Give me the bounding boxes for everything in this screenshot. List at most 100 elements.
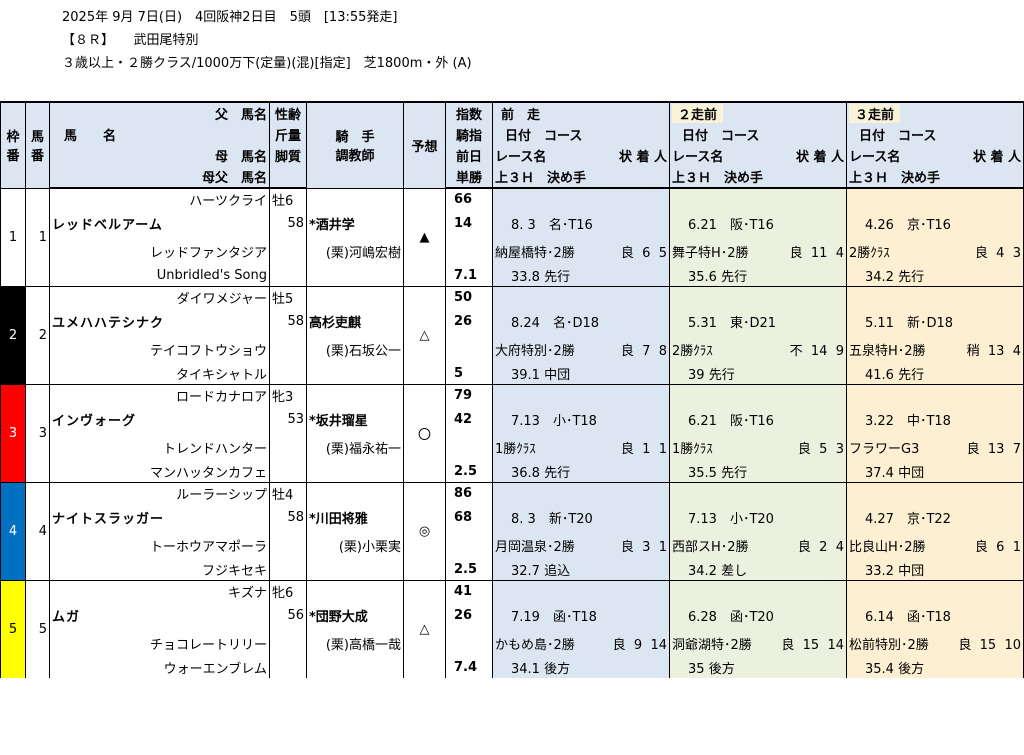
- horse-name[interactable]: ユメハハテシナク: [49, 307, 270, 336]
- sex-age: 牡6: [269, 187, 307, 209]
- style-blank: [269, 460, 307, 483]
- prediction-mark: ◎: [403, 482, 446, 581]
- p3-date-course: 4.27 京･T22: [846, 503, 1024, 532]
- col-prev3-title: ３走前: [846, 101, 1024, 124]
- p1-race: 月岡温泉･2勝良 3 1: [492, 532, 670, 558]
- trainer-blank: [306, 362, 404, 385]
- p1-value-index: [492, 580, 670, 601]
- prev-day-blank: [445, 434, 493, 460]
- p1-date-course: 7.19 函･T18: [492, 601, 670, 630]
- col-trainer: 調教師: [306, 145, 404, 188]
- mother-name: テイコフトウショウ: [49, 336, 270, 362]
- weight: 58: [269, 209, 307, 238]
- trainer-blank: [306, 264, 404, 287]
- jockey-name[interactable]: *川田将雅: [306, 503, 404, 532]
- p3-date-course: 5.11 新･D18: [846, 307, 1024, 336]
- p1-last3f: 39.1 中団: [492, 362, 670, 385]
- prediction-mark: △: [403, 286, 446, 385]
- col-odds: 単勝: [445, 166, 493, 189]
- trainer-name: (栗)石坂公一: [306, 336, 404, 362]
- mothers-father-name: Unbridled's Song: [49, 264, 270, 287]
- horse-number: 4: [25, 482, 50, 581]
- col-prev2-title: ２走前: [669, 101, 847, 124]
- trainer-name: (栗)福永祐一: [306, 434, 404, 460]
- p3-race: 2勝ｸﾗｽ良 4 3: [846, 238, 1024, 264]
- prediction-mark: ▲: [403, 187, 446, 287]
- horse-name[interactable]: ムガ: [49, 601, 270, 630]
- p3-last3f: 41.6 先行: [846, 362, 1024, 385]
- col-prediction: 予想: [403, 101, 446, 188]
- odds-value: 7.1: [445, 264, 493, 287]
- weight: 58: [269, 503, 307, 532]
- empty: [306, 187, 404, 209]
- prediction-mark: △: [403, 580, 446, 678]
- col-sex-age: 性齢: [269, 101, 307, 124]
- mother-name: レッドファンタジア: [49, 238, 270, 264]
- p2-date-course: 7.13 小･T20: [669, 503, 847, 532]
- style-blank: [269, 264, 307, 287]
- style-blank: [269, 238, 307, 264]
- sex-age: 牡4: [269, 482, 307, 503]
- p1-last3f: 32.7 追込: [492, 558, 670, 581]
- style-blank: [269, 558, 307, 581]
- prev-day-blank: [445, 336, 493, 362]
- table-header: 枠番 馬番 父 馬名 性齢 騎 手 予想 指数 前 走 ２走前 ３走前 馬 名 …: [0, 101, 1024, 189]
- mothers-father-name: フジキセキ: [49, 558, 270, 581]
- father-name: ロードカナロア: [49, 384, 270, 405]
- col-weight: 斤量: [269, 124, 307, 145]
- col-style: 脚質: [269, 145, 307, 166]
- empty: [306, 286, 404, 307]
- col-prev3-last3f: 上３Ｈ 決め手: [846, 166, 1024, 189]
- prev-day-blank: [445, 238, 493, 264]
- sex-age: 牡5: [269, 286, 307, 307]
- p1-value-index: [492, 286, 670, 307]
- jockey-index: 14: [445, 209, 493, 238]
- father-name: ダイワメジャー: [49, 286, 270, 307]
- p3-date-course: 6.14 函･T18: [846, 601, 1024, 630]
- horse-row: 4 4 ルーラーシップ 牡4 ◎ 86: [0, 482, 1024, 581]
- waku-cell: 1: [0, 187, 26, 287]
- mothers-father-name: タイキシャトル: [49, 362, 270, 385]
- col-prev3-race: レース名状 着 人: [846, 145, 1024, 166]
- jockey-name[interactable]: *酒井学: [306, 209, 404, 238]
- horse-name[interactable]: インヴォーグ: [49, 405, 270, 434]
- jockey-name[interactable]: *団野大成: [306, 601, 404, 630]
- entry-table: 枠番 馬番 父 馬名 性齢 騎 手 予想 指数 前 走 ２走前 ３走前 馬 名 …: [0, 101, 1024, 678]
- weight: 53: [269, 405, 307, 434]
- p2-value-index: [669, 286, 847, 307]
- mother-name: トレンドハンター: [49, 434, 270, 460]
- col-index: 指数: [445, 101, 493, 124]
- jockey-name[interactable]: *坂井瑠星: [306, 405, 404, 434]
- p1-race: 1勝ｸﾗｽ良 1 1: [492, 434, 670, 460]
- p1-date-course: 8.24 名･D18: [492, 307, 670, 336]
- col-prev1-date: 日付 コース: [492, 124, 670, 145]
- style-blank: [269, 532, 307, 558]
- col-jockey: 騎 手: [306, 101, 404, 145]
- horse-rows: 1 1 ハーツクライ 牡6 ▲ 66 レッドベルアーム 58 *酒井学 14 8…: [0, 187, 1024, 678]
- p2-last3f: 35.6 先行: [669, 264, 847, 287]
- p1-last3f: 34.1 後方: [492, 656, 670, 678]
- trainer-name: (栗)高橋一哉: [306, 630, 404, 656]
- horse-name[interactable]: レッドベルアーム: [49, 209, 270, 238]
- empty: [306, 482, 404, 503]
- horse-number: 5: [25, 580, 50, 678]
- p1-value-index: [492, 384, 670, 405]
- col-prev3-date: 日付 コース: [846, 124, 1024, 145]
- p1-last3f: 36.8 先行: [492, 460, 670, 483]
- col-prev2-date: 日付 コース: [669, 124, 847, 145]
- jockey-name[interactable]: 高杉吏麒: [306, 307, 404, 336]
- col-prev-day: 前日: [445, 145, 493, 166]
- p1-date-course: 8. 3 新･T20: [492, 503, 670, 532]
- horse-name[interactable]: ナイトスラッガー: [49, 503, 270, 532]
- trainer-blank: [306, 656, 404, 678]
- p3-value-index: [846, 384, 1024, 405]
- weight: 56: [269, 601, 307, 630]
- p3-race: 比良山H･2勝良 6 1: [846, 532, 1024, 558]
- p3-race: フラワーG3 良 13 7: [846, 434, 1024, 460]
- p2-last3f: 34.2 差し: [669, 558, 847, 581]
- father-name: ルーラーシップ: [49, 482, 270, 503]
- prev-day-blank: [445, 630, 493, 656]
- father-name: キズナ: [49, 580, 270, 601]
- mothers-father-name: ウォーエンブレム: [49, 656, 270, 678]
- horse-number: 3: [25, 384, 50, 483]
